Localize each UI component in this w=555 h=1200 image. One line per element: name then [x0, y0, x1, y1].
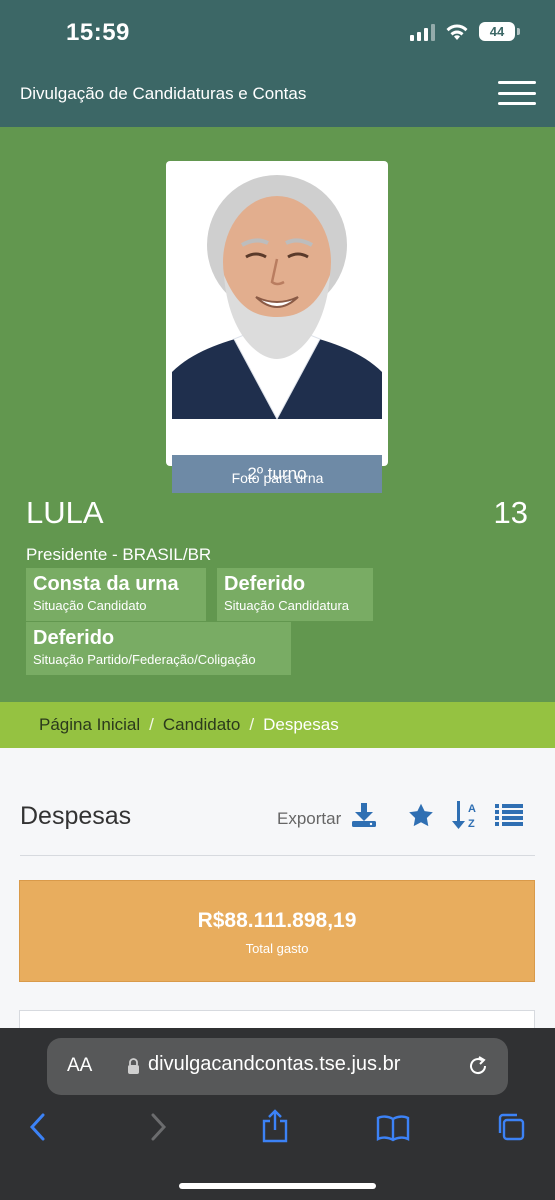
candidate-photo-card: 2º turno — [166, 161, 388, 493]
badge-label: Situação Candidato — [33, 598, 147, 613]
text-size-button[interactable]: AA — [67, 1055, 92, 1077]
total-value: R$88.111.898,19 — [197, 909, 357, 932]
status-icons: 44 — [410, 22, 520, 41]
badge-label: Situação Candidatura — [224, 598, 350, 613]
menu-icon[interactable] — [498, 81, 536, 105]
candidate-panel: 2º turno Foto para urna LULA 13 Presiden… — [0, 127, 555, 702]
badge-situacao-candidatura: Deferido Situação Candidatura — [217, 568, 373, 621]
total-gasto-card: R$88.111.898,19 Total gasto — [19, 880, 535, 982]
browser-toolbar: AA divulgacandcontas.tse.jus.br — [0, 1028, 555, 1200]
url-text: divulgacandcontas.tse.jus.br — [148, 1053, 401, 1075]
home-indicator — [179, 1183, 376, 1189]
section-title: Despesas — [20, 802, 132, 830]
status-time: 15:59 — [66, 19, 130, 46]
badge-value: Deferido — [33, 627, 115, 649]
export-button-label[interactable]: Exportar — [277, 809, 341, 829]
svg-text:Z: Z — [468, 818, 475, 830]
top-bar: 15:59 44 Divulgação de Candidaturas e Co… — [0, 0, 555, 127]
badge-situacao-candidato: Consta da urna Situação Candidato — [26, 568, 206, 621]
tabs-icon[interactable] — [496, 1112, 526, 1142]
address-bar[interactable]: AA divulgacandcontas.tse.jus.br — [47, 1038, 508, 1095]
badge-situacao-partido: Deferido Situação Partido/Federação/Coli… — [26, 622, 291, 675]
main-content: Despesas Exportar A Z R$88.111.898,19 To… — [0, 748, 555, 1040]
candidate-number: 13 — [493, 495, 528, 530]
lock-icon — [128, 1058, 139, 1074]
share-icon[interactable] — [260, 1108, 290, 1144]
badge-value: Deferido — [224, 573, 306, 595]
download-icon[interactable] — [350, 801, 378, 829]
breadcrumb-home[interactable]: Página Inicial — [39, 715, 140, 735]
breadcrumb-separator: / — [149, 715, 154, 734]
sort-alpha-icon[interactable]: A Z — [451, 799, 479, 831]
app-title: Divulgação de Candidaturas e Contas — [20, 84, 307, 103]
reload-icon[interactable] — [466, 1054, 490, 1078]
cellular-signal-icon — [410, 23, 435, 41]
photo-caption: Foto para urna — [231, 470, 324, 486]
candidate-cargo: Presidente - BRASIL/BR — [26, 545, 212, 564]
breadcrumb-candidato[interactable]: Candidato — [163, 715, 241, 735]
badge-value: Consta da urna — [33, 573, 179, 595]
total-label: Total gasto — [245, 941, 309, 956]
divider — [20, 855, 535, 856]
bookmarks-icon[interactable] — [376, 1114, 410, 1142]
badge-label: Situação Partido/Federação/Coligação — [33, 652, 256, 667]
back-icon[interactable] — [28, 1112, 48, 1142]
candidate-name: LULA — [26, 495, 104, 530]
breadcrumb-despesas: Despesas — [263, 715, 339, 734]
breadcrumb-separator: / — [249, 715, 255, 734]
candidate-photo — [172, 167, 382, 419]
aa-label: AA — [67, 1055, 93, 1076]
star-icon[interactable] — [407, 802, 435, 829]
breadcrumb: Página Inicial / Candidato / Despesas — [0, 702, 555, 748]
list-icon[interactable] — [495, 804, 523, 826]
wifi-icon — [446, 24, 468, 40]
battery-icon: 44 — [479, 22, 520, 41]
forward-icon[interactable] — [148, 1112, 168, 1142]
svg-text:A: A — [468, 803, 476, 815]
